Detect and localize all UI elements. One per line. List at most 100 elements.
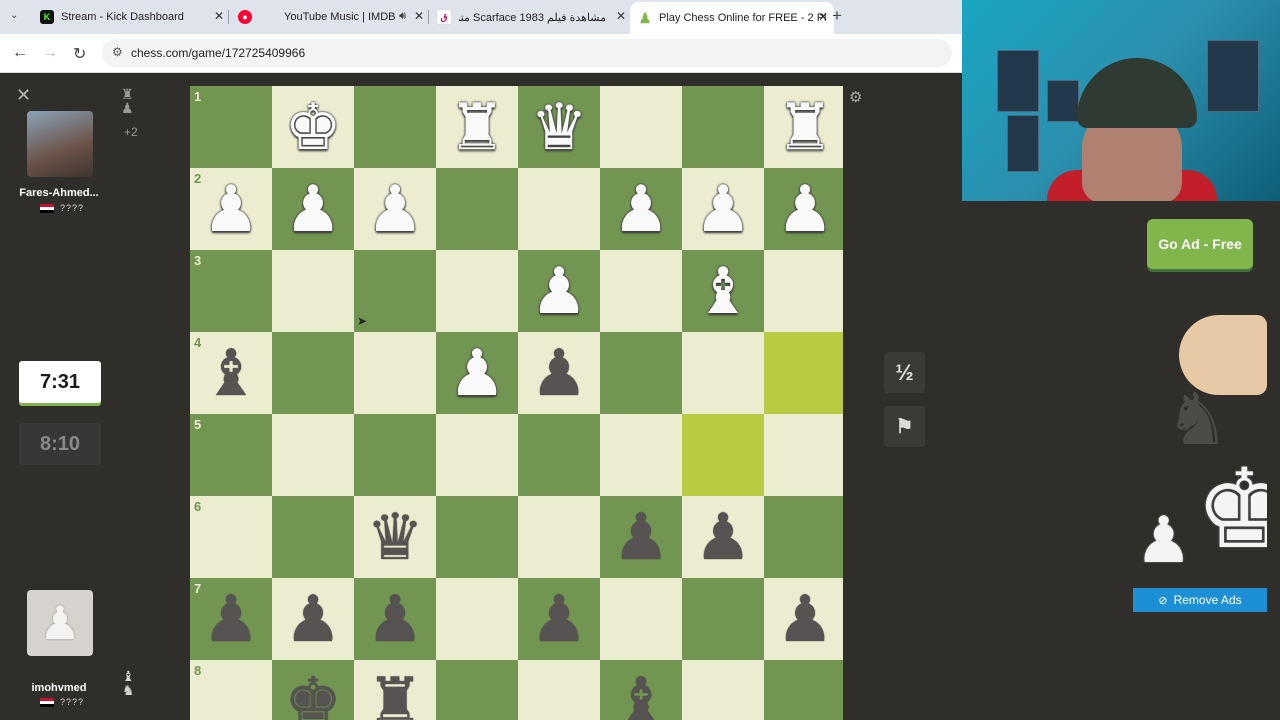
square-h2[interactable]: 2 ♟: [190, 168, 272, 250]
black-piece-d4[interactable]: ♟: [518, 332, 600, 414]
black-piece-d7[interactable]: ♟: [518, 578, 600, 660]
white-piece-a1[interactable]: ♜: [764, 86, 843, 168]
close-tab-icon[interactable]: ✕: [818, 10, 828, 24]
square-b8[interactable]: [682, 660, 764, 720]
black-piece-h4[interactable]: ♝: [190, 332, 272, 414]
chess-board[interactable]: 1 ♚ ♜ ♛ ♜ 2 ♟ ♟ ♟ ♟ ♟ ♟ 3 ♟ ♝ 4 ♝ ♟ ♟ 5 6 ♛ ♟ ♟ 7 ♟ ♟ ♟ ♟ ♟ 8 ♚ ♜ ♝: [190, 86, 843, 720]
square-h1[interactable]: 1: [190, 86, 272, 168]
white-piece-d1[interactable]: ♛: [518, 86, 600, 168]
square-h4[interactable]: 4 ♝: [190, 332, 272, 414]
square-g2[interactable]: ♟: [272, 168, 354, 250]
square-d8[interactable]: [518, 660, 600, 720]
square-d3[interactable]: ♟: [518, 250, 600, 332]
square-g4[interactable]: [272, 332, 354, 414]
square-c5[interactable]: [600, 414, 682, 496]
square-c2[interactable]: ♟: [600, 168, 682, 250]
square-f5[interactable]: [354, 414, 436, 496]
black-piece-f6[interactable]: ♛: [354, 496, 436, 578]
url-field[interactable]: ⚙ chess.com/game/172725409966: [102, 39, 952, 67]
square-d5[interactable]: [518, 414, 600, 496]
square-e1[interactable]: ♜: [436, 86, 518, 168]
speaker-icon[interactable]: 🔊︎: [399, 10, 406, 23]
black-piece-f8[interactable]: ♜: [354, 660, 436, 720]
black-piece-c8[interactable]: ♝: [600, 660, 682, 720]
tab-scarface[interactable]: ق مشاهدة فيلم Scarface 1983 مترجم ✕: [430, 3, 632, 31]
square-b1[interactable]: [682, 86, 764, 168]
white-piece-c2[interactable]: ♟: [600, 168, 682, 250]
square-e2[interactable]: [436, 168, 518, 250]
black-piece-c6[interactable]: ♟: [600, 496, 682, 578]
square-g3[interactable]: [272, 250, 354, 332]
square-h3[interactable]: 3: [190, 250, 272, 332]
white-piece-d3[interactable]: ♟: [518, 250, 600, 332]
close-tab-icon[interactable]: ✕: [214, 9, 224, 23]
square-g8[interactable]: ♚: [272, 660, 354, 720]
square-b3[interactable]: ♝: [682, 250, 764, 332]
square-h7[interactable]: 7 ♟: [190, 578, 272, 660]
close-tab-icon[interactable]: ✕: [414, 9, 424, 23]
square-e6[interactable]: [436, 496, 518, 578]
square-b7[interactable]: [682, 578, 764, 660]
black-piece-a7[interactable]: ♟: [764, 578, 843, 660]
square-e7[interactable]: [436, 578, 518, 660]
square-d7[interactable]: ♟: [518, 578, 600, 660]
white-piece-f2[interactable]: ♟: [354, 168, 436, 250]
offer-draw-button[interactable]: ½: [884, 352, 925, 393]
square-c6[interactable]: ♟: [600, 496, 682, 578]
white-piece-b2[interactable]: ♟: [682, 168, 764, 250]
white-piece-g2[interactable]: ♟: [272, 168, 354, 250]
white-piece-e4[interactable]: ♟: [436, 332, 518, 414]
tab-search-chevron-icon[interactable]: ⌄: [10, 10, 18, 21]
opponent-username[interactable]: Fares-Ahmed...: [0, 187, 118, 199]
square-g5[interactable]: [272, 414, 354, 496]
square-b4[interactable]: [682, 332, 764, 414]
reload-icon[interactable]: ↻: [73, 44, 86, 64]
opponent-avatar[interactable]: [27, 111, 93, 177]
square-d2[interactable]: [518, 168, 600, 250]
site-info-icon[interactable]: ⚙: [112, 45, 123, 59]
black-piece-f7[interactable]: ♟: [354, 578, 436, 660]
tab-kick-dashboard[interactable]: K Stream - Kick Dashboard ✕: [32, 3, 230, 31]
square-f1[interactable]: [354, 86, 436, 168]
resign-flag-button[interactable]: ⚑: [884, 406, 925, 447]
square-b6[interactable]: ♟: [682, 496, 764, 578]
square-b2[interactable]: ♟: [682, 168, 764, 250]
square-a3[interactable]: [764, 250, 843, 332]
remove-ads-button[interactable]: ⊘ Remove Ads: [1133, 588, 1267, 612]
square-e3[interactable]: [436, 250, 518, 332]
white-piece-a2[interactable]: ♟: [764, 168, 843, 250]
square-d1[interactable]: ♛: [518, 86, 600, 168]
tab-chess-com[interactable]: ♟ Play Chess Online for FREE - 2 Pl ✕: [630, 2, 834, 34]
white-piece-b3[interactable]: ♝: [682, 250, 764, 332]
forward-icon[interactable]: →: [42, 44, 58, 62]
square-a5[interactable]: [764, 414, 843, 496]
back-icon[interactable]: ←: [12, 44, 28, 62]
close-tab-icon[interactable]: ✕: [616, 9, 626, 23]
square-e4[interactable]: ♟: [436, 332, 518, 414]
square-f6[interactable]: ♛: [354, 496, 436, 578]
square-g6[interactable]: [272, 496, 354, 578]
white-piece-h2[interactable]: ♟: [190, 168, 272, 250]
player-username[interactable]: imohvmed: [0, 682, 118, 694]
white-piece-e1[interactable]: ♜: [436, 86, 518, 168]
tab-youtube-music[interactable]: ● YouTube Music | IMDB 🔊︎ ✕: [230, 3, 430, 31]
square-a6[interactable]: [764, 496, 843, 578]
square-b5[interactable]: [682, 414, 764, 496]
square-f7[interactable]: ♟: [354, 578, 436, 660]
square-a7[interactable]: ♟: [764, 578, 843, 660]
square-a4[interactable]: [764, 332, 843, 414]
square-d4[interactable]: ♟: [518, 332, 600, 414]
square-c7[interactable]: [600, 578, 682, 660]
square-f2[interactable]: ♟: [354, 168, 436, 250]
black-piece-g8[interactable]: ♚: [272, 660, 354, 720]
board-settings-icon[interactable]: ⚙: [849, 88, 862, 106]
go-ad-free-button[interactable]: Go Ad - Free: [1147, 219, 1253, 269]
square-a1[interactable]: ♜: [764, 86, 843, 168]
square-h8[interactable]: 8: [190, 660, 272, 720]
square-f4[interactable]: [354, 332, 436, 414]
square-f8[interactable]: ♜: [354, 660, 436, 720]
square-g1[interactable]: ♚: [272, 86, 354, 168]
black-piece-h7[interactable]: ♟: [190, 578, 272, 660]
player-avatar[interactable]: ♟: [27, 590, 93, 656]
white-piece-g1[interactable]: ♚: [272, 86, 354, 168]
